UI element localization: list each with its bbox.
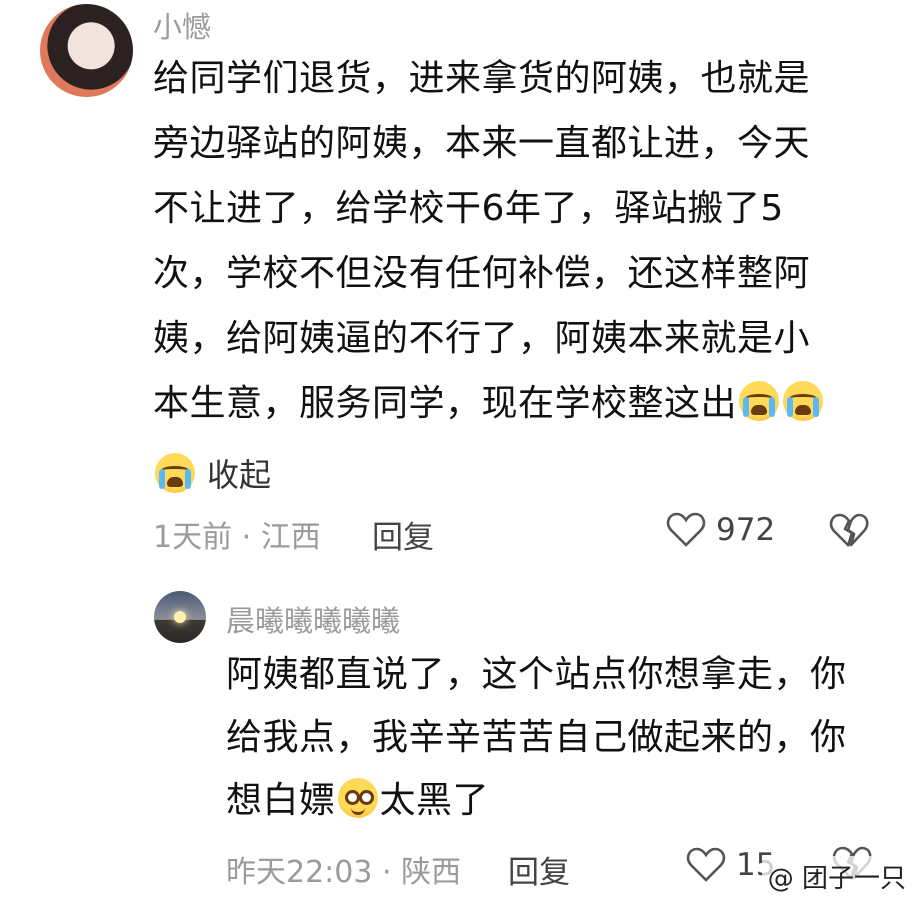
like-count: 972	[716, 512, 776, 548]
collapse-label: 收起	[207, 456, 272, 494]
replier-name[interactable]: 晨曦曦曦曦曦	[226, 598, 400, 640]
comment-line: 次，学校不但没有任何补偿，还这样整阿	[153, 253, 811, 294]
dislike-button[interactable]	[829, 513, 869, 553]
heart-icon	[666, 512, 706, 547]
reply-line: 想白嫖	[226, 780, 336, 821]
reply-line-with-emoji: 想白嫖 太黑了	[226, 769, 886, 832]
grinning-emoji-icon	[337, 778, 378, 818]
comment-line-with-emoji: 本生意，服务同学，现在学校整这出	[153, 371, 873, 436]
commenter-avatar[interactable]	[40, 4, 133, 97]
reply-line: 太黑了	[379, 780, 490, 821]
reply-line: 给我点，我辛辛苦苦自己做起来的，你	[226, 717, 847, 758]
heart-icon	[686, 847, 726, 882]
reply-body: 阿姨都直说了，这个站点你想拿走，你 给我点，我辛辛苦苦自己做起来的，你 想白嫖 太…	[226, 643, 886, 832]
comment-time-location: 1天前 · 江西	[153, 520, 321, 555]
comment-line: 旁边驿站的阿姨，本来一直都让进，今天	[153, 123, 811, 164]
reply-button[interactable]: 回复	[372, 512, 434, 557]
reply-line: 阿姨都直说了，这个站点你想拿走，你	[226, 654, 847, 695]
reply-time-location: 昨天22:03 · 陕西	[226, 855, 462, 890]
comment-line: 给同学们退货，进来拿货的阿姨，也就是	[153, 58, 811, 99]
watermark-text: @ 团子一只	[767, 864, 906, 894]
like-button[interactable]: 972	[666, 512, 775, 548]
comment-line: 不让进了，给学校干6年了，驿站搬了5	[153, 188, 784, 229]
reply-button[interactable]: 回复	[508, 847, 570, 892]
crying-emoji-icon	[155, 453, 195, 493]
watermark: @ 团子一只	[761, 856, 912, 897]
collapse-button[interactable]: 收起	[153, 450, 271, 496]
replier-avatar[interactable]	[154, 591, 206, 643]
crying-emoji-icon	[783, 381, 824, 421]
comment-body: 给同学们退货，进来拿货的阿姨，也就是 旁边驿站的阿姨，本来一直都让进，今天 不让…	[153, 46, 873, 436]
comment-line: 姨，给阿姨逼的不行了，阿姨本来就是小	[153, 318, 811, 359]
comment-line: 本生意，服务同学，现在学校整这出	[153, 383, 738, 424]
commenter-name[interactable]: 小憾	[153, 4, 211, 46]
crying-emoji-icon	[739, 381, 780, 421]
broken-heart-icon	[829, 513, 869, 547]
